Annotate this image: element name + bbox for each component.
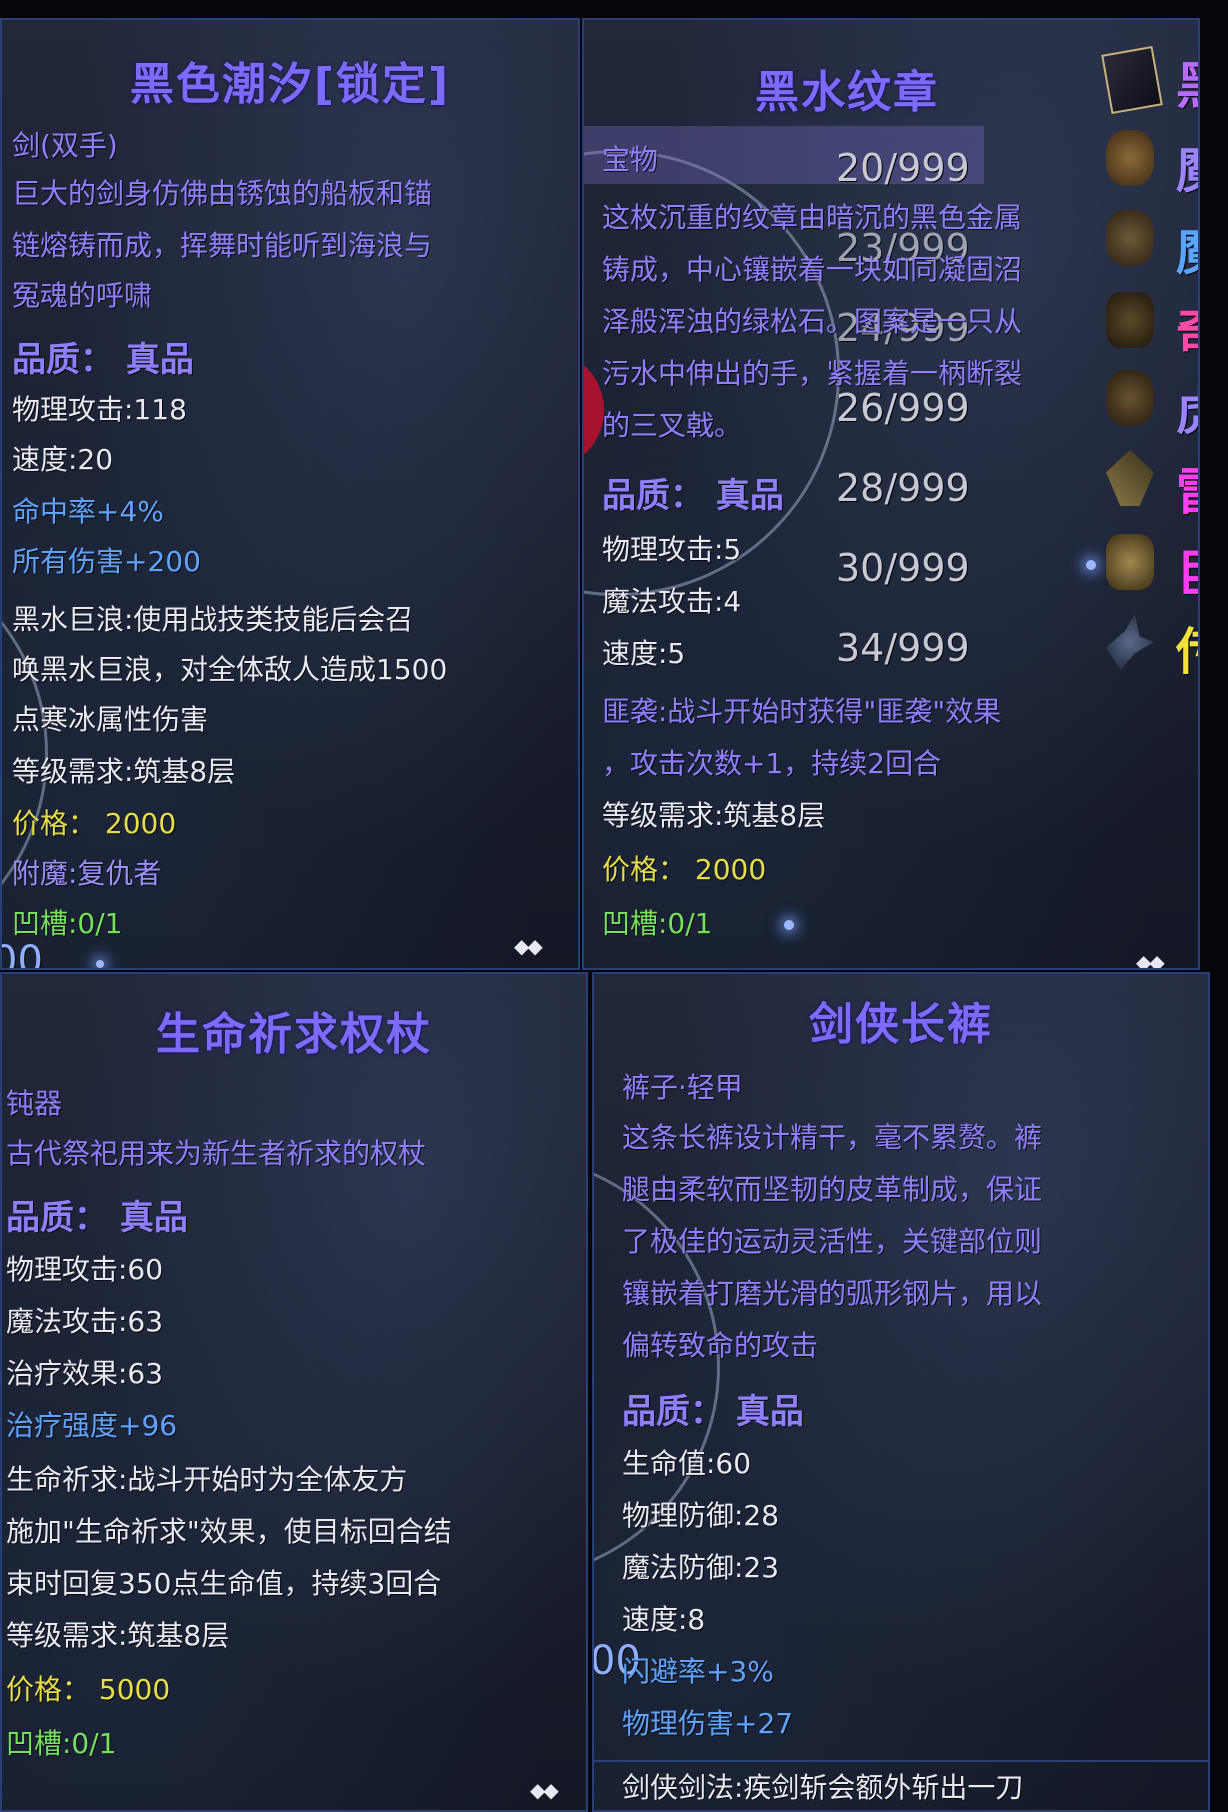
skill-description-line: 施加"生命祈求"效果，使目标回合结 [6,1515,452,1548]
item-quality: 品质： 真品 [602,476,784,516]
glow-orb [1086,560,1096,570]
item-description-line: 泽般浑浊的绿松石。图案是一只从 [602,305,1023,338]
stat-magic-attack: 魔法攻击:63 [6,1305,164,1338]
item-description-line: 偏转致命的攻击 [622,1329,819,1362]
side-list-char: 虎 [1176,372,1198,444]
item-description-line: 污水中伸出的手，紧握着一柄断裂 [602,357,1023,390]
item-tooltip-swordsman-trousers: 剑侠长裤 裤子·轻甲 这条长裤设计精干，毫不累赘。裤 腿由柔软而坚韧的皮革制成，… [592,972,1210,1812]
item-description-line: 镶嵌着打磨光滑的弧形钢片，用以 [622,1277,1043,1310]
stat-physical-attack: 物理攻击:60 [6,1253,164,1286]
tiger-icon[interactable] [1106,370,1154,426]
level-requirement: 等级需求:筑基8层 [12,755,236,788]
side-list-char: 巨 [1176,534,1198,606]
diamond-icon: ◆◆ [530,1778,559,1802]
item-enchant: 附魔:复仇者 [12,857,162,890]
skill-description-line: 剑侠剑法:疾剑斩会额外斩出一刀 [622,1771,1024,1804]
item-type: 钝器 [6,1087,63,1120]
skill-description-line: 唤黑水巨浪，对全体敌人造成1500 [12,653,448,686]
stat-hp: 生命值:60 [622,1447,752,1480]
stack-count: 26/999 [836,386,970,430]
side-list-char: 奇 [1176,292,1198,364]
skill-description-line: 黑水巨浪:使用战技类技能后会召 [12,603,414,636]
item-description-line: 这条长裤设计精干，毫不累赘。裤 [622,1121,1043,1154]
beast-head-icon[interactable] [1106,130,1154,186]
item-quality: 品质： 真品 [12,340,194,380]
item-type: 剑(双手) [12,129,118,162]
bonus-physical-damage: 物理伤害+27 [622,1707,794,1740]
horned-beast-icon[interactable] [1106,292,1154,348]
divider [594,1760,1208,1762]
item-socket: 凹槽:0/1 [12,907,123,940]
item-tooltip-black-tide: 黑色潮汐[锁定] 剑(双手) 巨大的剑身仿佛由锈蚀的船板和锚 链熔铸而成，挥舞时… [0,18,580,970]
level-requirement: 等级需求:筑基8层 [602,799,826,832]
bonus-all-damage: 所有伤害+200 [12,545,201,578]
stat-speed: 速度:5 [602,637,686,670]
item-title: 生命祈求权杖 [156,1009,432,1060]
stat-physical-defense: 物理防御:28 [622,1499,780,1532]
stat-physical-attack: 物理攻击:5 [602,533,742,566]
item-tooltip-life-scepter: 生命祈求权杖 钝器 古代祭祀用来为新生者祈求的权杖 品质： 真品 物理攻击:60… [0,972,588,1812]
item-quality: 品质： 真品 [6,1198,188,1238]
bird-icon[interactable] [1106,614,1154,670]
skill-description-line: 匪袭:战斗开始时获得"匪袭"效果 [602,695,1002,728]
item-title: 黑色潮汐[锁定] [129,59,451,110]
gauntlet-icon[interactable] [1106,534,1154,590]
glow-orb [96,960,104,968]
stack-count: 30/999 [836,546,970,590]
item-type: 裤子·轻甲 [622,1071,743,1104]
level-requirement: 等级需求:筑基8层 [6,1619,230,1652]
bonus-healing-power: 治疗强度+96 [6,1409,178,1442]
item-description-line: 的三叉戟。 [602,409,743,442]
stack-count: 20/999 [836,146,970,190]
side-list-char: 雷 [1176,452,1198,524]
item-title: 黑水纹章 [755,67,939,118]
item-socket: 凹槽:0/1 [602,907,713,940]
item-description-line: 冤魂的呼啸 [12,279,153,312]
side-list-char: 魔 [1176,130,1198,202]
item-description-line: 这枚沉重的纹章由暗沉的黑色金属 [602,201,1023,234]
item-title: 剑侠长裤 [809,999,993,1050]
skill-description-line: ，攻击次数+1，持续2回合 [602,747,942,780]
side-list-char: 魔 [1176,212,1198,284]
target-center-decoration [584,350,604,470]
item-description-line: 链熔铸而成，挥舞时能听到海浪与 [12,229,433,262]
scroll-icon[interactable] [1101,45,1163,115]
item-description-line: 铸成，中心镶嵌着一块如同凝固沼 [602,253,1023,286]
item-type: 宝物 [602,143,659,176]
beast-head-icon[interactable] [1106,210,1154,266]
item-price: 价格： 2000 [12,807,177,840]
bonus-dodge-rate: 闪避率+3% [622,1655,774,1688]
skill-description-line: 点寒冰属性伤害 [12,703,209,736]
side-list-char: 黑 [1176,46,1198,118]
skill-description-line: 束时回复350点生命值，持续3回合 [6,1567,442,1600]
bonus-hit-rate: 命中率+4% [12,495,164,528]
item-tooltip-blackwater-emblem: 黑水纹章 20/999 23/999 24/999 26/999 28/999 … [582,18,1200,970]
item-description-line: 古代祭祀用来为新生者祈求的权杖 [6,1137,427,1170]
corner-number: 00 [2,938,43,970]
stat-healing-effect: 治疗效果:63 [6,1357,164,1390]
skill-description-line: 生命祈求:战斗开始时为全体友方 [6,1463,408,1496]
stat-physical-attack: 物理攻击:118 [12,393,187,426]
item-description-line: 了极佳的运动灵活性，关键部位则 [622,1225,1043,1258]
stack-count: 34/999 [836,626,970,670]
item-description-line: 腿由柔软而坚韧的皮革制成，保证 [622,1173,1043,1206]
item-description-line: 巨大的剑身仿佛由锈蚀的船板和锚 [12,177,433,210]
stat-magic-defense: 魔法防御:23 [622,1551,780,1584]
stat-magic-attack: 魔法攻击:4 [602,585,742,618]
item-socket: 凹槽:0/1 [6,1727,117,1760]
thunder-totem-icon[interactable] [1106,450,1154,506]
side-list-char: 传 [1176,612,1198,684]
diamond-icon: ◆◆ [514,934,543,958]
stack-count: 28/999 [836,466,970,510]
item-price: 价格： 2000 [602,853,767,886]
stat-speed: 速度:8 [622,1603,706,1636]
item-price: 价格： 5000 [6,1673,171,1706]
glow-orb [784,920,794,930]
stat-speed: 速度:20 [12,443,114,476]
diamond-icon: ◆◆ [1136,950,1165,970]
item-quality: 品质： 真品 [622,1392,804,1432]
